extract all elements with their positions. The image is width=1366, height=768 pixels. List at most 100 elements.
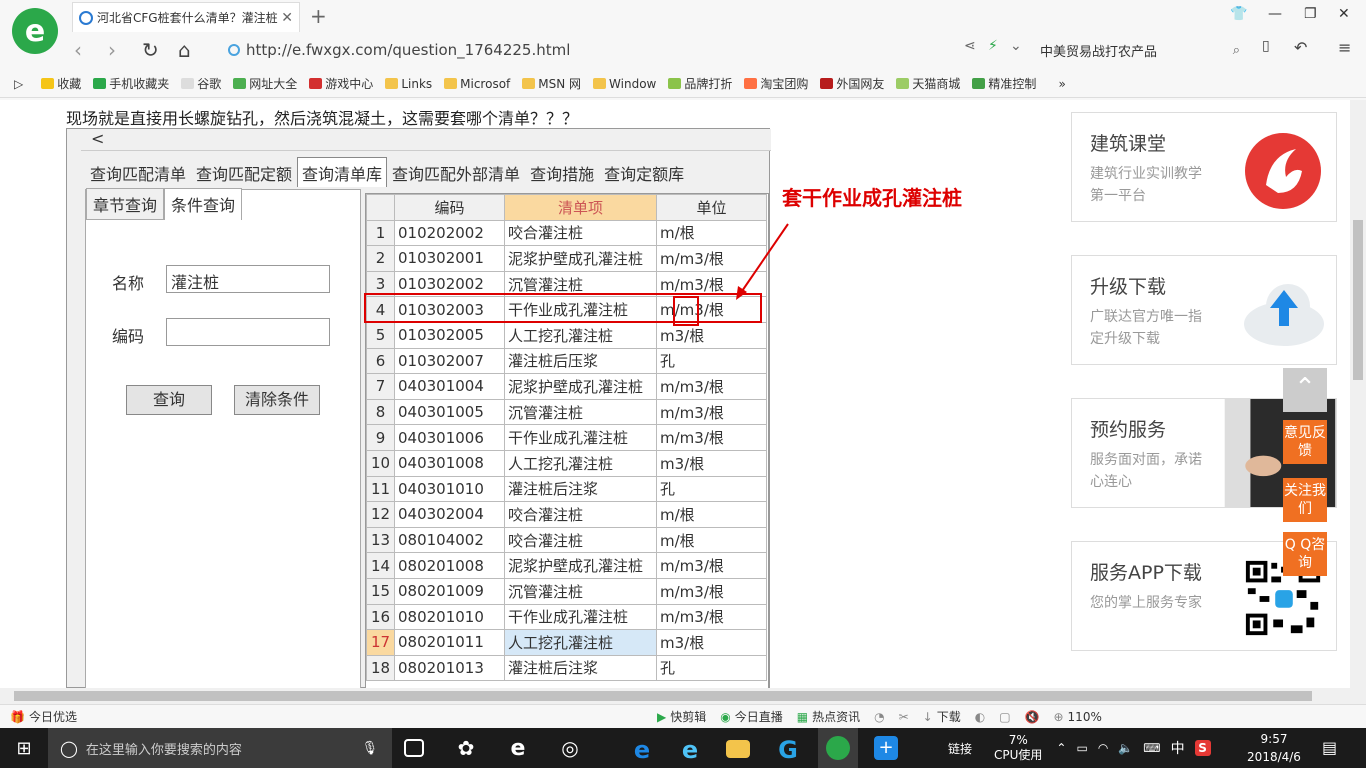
app-icon[interactable]: ◎ (558, 736, 582, 760)
today-picks[interactable]: 今日优选 (29, 708, 77, 725)
back-icon[interactable]: ‹ (74, 38, 82, 62)
refresh-icon[interactable]: ↻ (142, 38, 159, 62)
table-row[interactable]: 9 040301006 干作业成孔灌注桩 m/m3/根 (366, 424, 767, 451)
browser-logo-icon[interactable]: e (12, 8, 58, 54)
table-row[interactable]: 14 080201008 泥浆护壁成孔灌注桩 m/m3/根 (366, 552, 767, 579)
edge-icon[interactable]: e (630, 736, 654, 764)
bookmark-item[interactable]: 网址大全 (233, 75, 297, 92)
qq-consult-button[interactable]: Q Q咨询 (1283, 532, 1327, 576)
tab-measures[interactable]: 查询措施 (525, 157, 599, 187)
bookmark-item[interactable]: 品牌打折 (668, 75, 732, 92)
chevron-up-icon[interactable]: ⌃ (1056, 741, 1066, 755)
tab-quota-library[interactable]: 查询定额库 (599, 157, 689, 187)
table-row[interactable]: 11 040301010 灌注桩后注浆孔 (366, 475, 767, 503)
table-row[interactable]: 15 080201009 沉管灌注桩 m/m3/根 (366, 577, 767, 605)
mute-icon[interactable]: 🔇 (1025, 710, 1040, 724)
table-row[interactable]: 13 080104002 咬合灌注桩 m/根 (366, 526, 767, 554)
table-row[interactable]: 8 040301005 沉管灌注桩 m/m3/根 (366, 398, 767, 426)
clean-icon[interactable]: ◐ (975, 710, 985, 724)
windows-start-icon[interactable]: ⊞ (0, 728, 48, 768)
cpu-usage[interactable]: 7% CPU使用 (994, 733, 1042, 763)
zoom-level[interactable]: 110% (1068, 710, 1102, 724)
undo-icon[interactable]: ↶ (1294, 38, 1307, 57)
plus-app-icon[interactable]: + (874, 736, 898, 760)
table-row[interactable]: 5 010302005 人工挖孔灌注桩 m3/根 (366, 321, 767, 349)
ime-mode[interactable]: 中 (1171, 738, 1185, 758)
wifi-icon[interactable]: ◠ (1098, 741, 1108, 755)
table-row[interactable]: 18 080201013 灌注桩后注浆孔 (366, 654, 767, 682)
clock[interactable]: 9:57 2018/4/6 (1244, 730, 1304, 766)
query-button[interactable]: 查询 (126, 385, 212, 415)
tab-chapter-query[interactable]: 章节查询 (86, 188, 165, 220)
bookmark-item[interactable]: 天猫商城 (896, 75, 960, 92)
bookmark-item[interactable]: 游戏中心 (309, 75, 373, 92)
bookmark-item[interactable]: Microsof (444, 77, 510, 91)
status-item[interactable]: 快剪辑 (670, 708, 706, 725)
table-row[interactable]: 7 040301004 泥浆护壁成孔灌注桩 m/m3/根 (366, 373, 767, 400)
status-item[interactable]: 下载 (937, 708, 961, 725)
link-label[interactable]: 链接 (948, 740, 972, 757)
ie-edge-icon[interactable]: e (506, 736, 530, 761)
table-row[interactable]: 16 080201010 干作业成孔灌注桩 m/m3/根 (366, 603, 767, 631)
table-row[interactable]: 6 010302007 灌注桩后压浆孔 (366, 347, 767, 375)
notification-icon[interactable]: ▤ (1322, 738, 1337, 757)
menu-icon[interactable]: ≡ (1338, 38, 1351, 57)
card-building-class[interactable]: 建筑课堂 建筑行业实训教学第一平台 (1071, 112, 1337, 222)
card-upgrade-download[interactable]: 升级下载 广联达官方唯一指定升级下载 (1071, 255, 1337, 365)
restore-icon[interactable]: ❐ (1304, 6, 1317, 22)
back-arrow-icon[interactable]: < (91, 129, 104, 148)
file-explorer-icon[interactable] (726, 740, 750, 758)
volume-icon[interactable]: 🔈 (1118, 741, 1133, 755)
zoom-icon[interactable]: ⊕ (1053, 710, 1063, 724)
name-field[interactable]: 灌注桩 (166, 265, 330, 293)
bookmark-item[interactable]: 收藏 (41, 75, 81, 92)
sogou-icon[interactable]: S (1194, 740, 1211, 756)
phone-icon[interactable]: ▯ (1262, 38, 1270, 54)
status-item[interactable]: 今日直播 (735, 708, 783, 725)
table-row[interactable]: 1 010202002 咬合灌注桩 m/根 (366, 219, 767, 247)
feedback-button[interactable]: 意见反馈 (1283, 420, 1327, 464)
horizontal-scrollbar[interactable] (0, 688, 1366, 704)
table-row[interactable]: 17 080201011 人工挖孔灌注桩 m3/根 (366, 629, 767, 656)
bookmark-item[interactable]: MSN 网 (522, 75, 581, 92)
bookmark-item[interactable]: 精准控制 (972, 75, 1036, 92)
back-to-top-icon[interactable]: ⌃ (1283, 368, 1327, 412)
tab-match-list[interactable]: 查询匹配清单 (85, 157, 191, 187)
forward-icon[interactable]: › (108, 38, 116, 62)
shirt-icon[interactable]: 👕 (1230, 6, 1247, 22)
close-window-icon[interactable]: ✕ (1338, 6, 1350, 22)
table-row[interactable]: 2 010302001 泥浆护壁成孔灌注桩 m/m3/根 (366, 245, 767, 272)
share-icon[interactable]: ⋖ (964, 38, 976, 54)
table-row[interactable]: 12 040302004 咬合灌注桩 m/根 (366, 501, 767, 528)
browser-tab[interactable]: 河北省CFG桩套什么清单？灌注桩 ✕ (72, 2, 300, 32)
scroll-thumb[interactable] (1353, 220, 1363, 380)
new-tab-icon[interactable]: + (310, 4, 327, 28)
keyboard-icon[interactable]: ⌨ (1143, 741, 1160, 755)
chevron-down-icon[interactable]: ⌄ (1010, 38, 1022, 54)
browser-taskbar-icon[interactable] (818, 728, 858, 768)
fan-app-icon[interactable]: ✿ (454, 736, 478, 760)
sidebar-toggle-icon[interactable]: ▷ (14, 77, 23, 91)
task-view-icon[interactable] (404, 739, 424, 757)
tool-icon[interactable]: ✂ (899, 710, 909, 724)
bookmark-item[interactable]: 外国网友 (820, 75, 884, 92)
vertical-scrollbar[interactable] (1350, 100, 1366, 688)
speed-icon[interactable]: ◔ (874, 710, 884, 724)
follow-us-button[interactable]: 关注我们 (1283, 478, 1327, 522)
bookmark-item[interactable]: Window (593, 77, 656, 91)
lightning-icon[interactable]: ⚡ (988, 38, 998, 54)
clear-button[interactable]: 清除条件 (234, 385, 320, 415)
bookmark-item[interactable]: 谷歌 (181, 75, 221, 92)
microphone-icon[interactable]: 🎙 (361, 741, 378, 756)
tab-list-library[interactable]: 查询清单库 (297, 157, 388, 187)
table-row[interactable]: 10 040301008 人工挖孔灌注桩 m3/根 (366, 449, 767, 477)
search-box[interactable]: 中美贸易战打农产品 ⌕ (1040, 38, 1240, 62)
more-bookmarks-icon[interactable]: » (1058, 77, 1065, 91)
internet-explorer-icon[interactable]: e (678, 736, 702, 764)
bookmark-item[interactable]: 手机收藏夹 (93, 75, 169, 92)
glodon-app-icon[interactable]: G (776, 736, 800, 764)
battery-icon[interactable]: ▭ (1076, 741, 1087, 755)
window-icon[interactable]: ▢ (999, 710, 1010, 724)
address-bar[interactable]: http://e.fwxgx.com/question_1764225.html (218, 38, 958, 62)
tab-match-quota[interactable]: 查询匹配定额 (191, 157, 297, 187)
